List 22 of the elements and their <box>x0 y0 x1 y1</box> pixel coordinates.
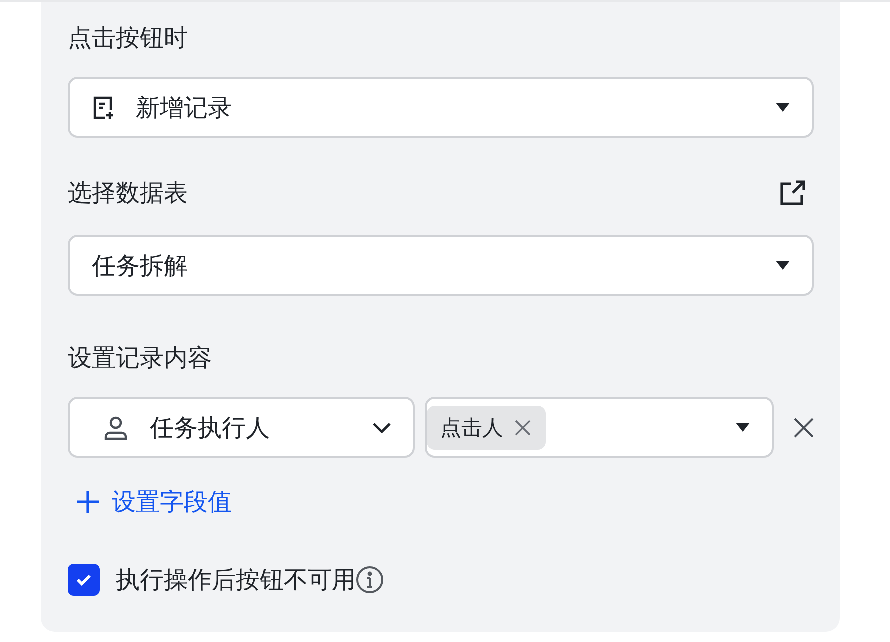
external-link-icon[interactable] <box>780 180 806 206</box>
person-icon <box>104 414 128 440</box>
dropdown-arrow-icon <box>776 103 790 112</box>
checkbox[interactable] <box>68 564 100 596</box>
field-select[interactable]: 任务执行人 <box>68 397 415 458</box>
close-icon[interactable] <box>514 418 532 436</box>
plus-icon <box>76 490 100 514</box>
add-field-link[interactable]: 设置字段值 <box>76 484 814 520</box>
close-icon[interactable] <box>794 418 814 438</box>
document-plus-icon <box>92 94 116 120</box>
chevron-down-icon <box>372 422 391 432</box>
section-label: 点击按钮时 <box>68 23 189 54</box>
value-select[interactable]: 点击人 <box>424 397 774 458</box>
section-label: 选择数据表 <box>68 178 188 209</box>
dropdown-arrow-icon <box>736 423 750 432</box>
tag-label: 点击人 <box>440 414 504 442</box>
checkbox-label: 执行操作后按钮不可用 <box>116 565 356 596</box>
info-icon[interactable] <box>356 566 384 594</box>
table-select[interactable]: 任务拆解 <box>68 235 814 296</box>
dropdown-arrow-icon <box>776 261 790 270</box>
section-label: 设置记录内容 <box>68 343 213 374</box>
action-select[interactable]: 新增记录 <box>68 77 814 138</box>
